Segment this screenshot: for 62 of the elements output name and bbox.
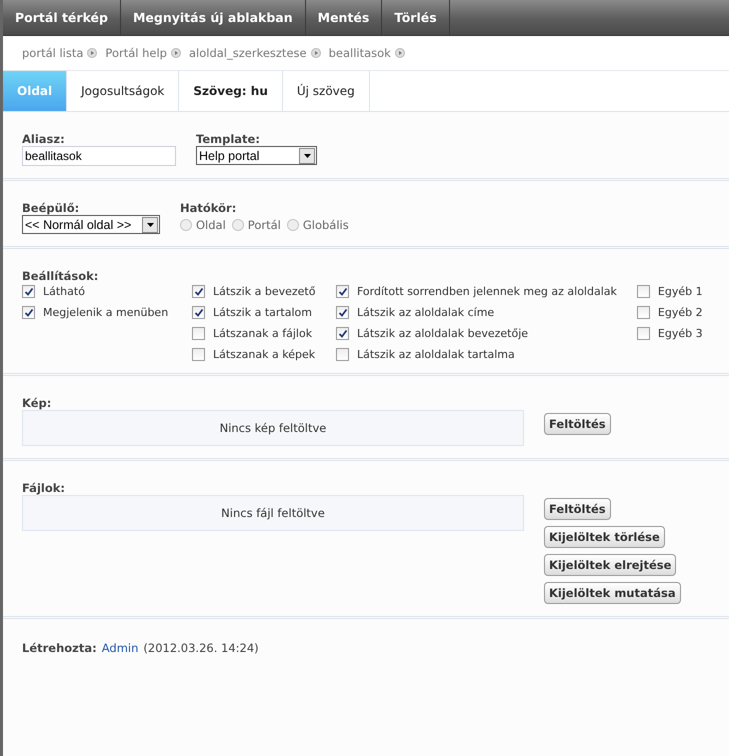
checkbox-label: Látszanak a fájlok <box>213 327 312 340</box>
checkbox[interactable] <box>336 306 349 319</box>
plugin-dropdown[interactable]: << Normál oldal >> <box>22 215 160 234</box>
caret-icon <box>142 216 158 232</box>
checkbox[interactable] <box>192 306 205 319</box>
checkbox[interactable] <box>192 348 205 361</box>
breadcrumb-link[interactable]: portál lista <box>22 46 84 60</box>
alias-label: Aliasz: <box>22 132 66 146</box>
image-label: Kép: <box>22 396 52 410</box>
breadcrumb-link[interactable]: beallitasok <box>328 46 391 60</box>
radio-button[interactable] <box>180 219 192 231</box>
checkbox[interactable] <box>636 285 650 298</box>
checkbox-label: Megjelenik a menüben <box>43 306 168 319</box>
caret-icon <box>299 148 315 164</box>
action-button[interactable]: Feltöltés <box>544 498 611 520</box>
checkbox-label: Látszanak a képek <box>213 348 316 361</box>
checkbox[interactable] <box>192 285 205 298</box>
checkbox-label: Látszik az aloldalak címe <box>357 306 494 319</box>
checkbox-label: Egyéb 1 <box>658 285 703 298</box>
checkbox[interactable] <box>336 348 349 361</box>
empty-message: Nincs fájl feltöltve <box>221 506 325 520</box>
checkbox-label: Látszik az aloldalak tartalma <box>357 348 515 361</box>
checkbox-label: Látszik az aloldalak bevezetője <box>357 327 528 340</box>
radio-label: Oldal <box>196 218 226 232</box>
author-link[interactable]: Admin <box>102 641 138 655</box>
plugin-label: Beépülő: <box>22 201 80 215</box>
checkbox[interactable] <box>22 306 35 319</box>
checkbox[interactable] <box>336 285 349 298</box>
files-label: Fájlok: <box>22 481 66 495</box>
settings-label: Beállítások: <box>22 269 100 283</box>
checkbox-label: Egyéb 3 <box>658 327 703 340</box>
radio-label: Portál <box>248 218 281 232</box>
action-button[interactable]: Kijelöltek törlése <box>544 526 665 548</box>
breadcrumb-link[interactable]: Portál help <box>105 46 167 60</box>
created-date: (2012.03.26. 14:24) <box>143 641 259 655</box>
menu-item[interactable]: Mentés <box>306 0 382 35</box>
template-dropdown[interactable]: Help portal <box>196 146 317 165</box>
template-label: Template: <box>196 132 261 146</box>
checkbox[interactable] <box>636 327 650 340</box>
checkbox-label: Látszik a tartalom <box>213 306 312 319</box>
alias-field[interactable]: beallitasok <box>22 146 176 166</box>
checkbox-label: Egyéb 2 <box>658 306 703 319</box>
radio-label: Globális <box>302 218 349 232</box>
checkbox-label: Fordított sorrendben jelennek meg az aloldalak <box>357 285 617 298</box>
action-button[interactable]: Kijelöltek elrejtése <box>544 554 676 576</box>
checkbox-label: Látható <box>43 285 85 298</box>
checkbox-label: Látszik a bevezető <box>213 285 316 298</box>
checkbox[interactable] <box>192 327 205 340</box>
checkbox[interactable] <box>336 327 349 340</box>
menu-item[interactable]: Törlés <box>382 0 450 35</box>
breadcrumb-link[interactable]: aloldal_szerkesztese <box>188 46 307 60</box>
radio-button[interactable] <box>232 219 244 231</box>
creator-label: Létrehozta: <box>22 641 97 655</box>
action-button[interactable]: Kijelöltek mutatása <box>544 582 681 604</box>
scope-label: Hatókör: <box>180 201 238 215</box>
checkbox[interactable] <box>636 306 650 319</box>
checkbox[interactable] <box>22 285 35 298</box>
empty-message: Nincs kép feltöltve <box>220 421 326 435</box>
menu-item[interactable]: Megnyitás új ablakban <box>120 0 306 35</box>
menu-item[interactable]: Portál térkép <box>3 0 121 35</box>
radio-button[interactable] <box>286 219 299 231</box>
upload-button[interactable]: Feltöltés <box>544 413 611 435</box>
